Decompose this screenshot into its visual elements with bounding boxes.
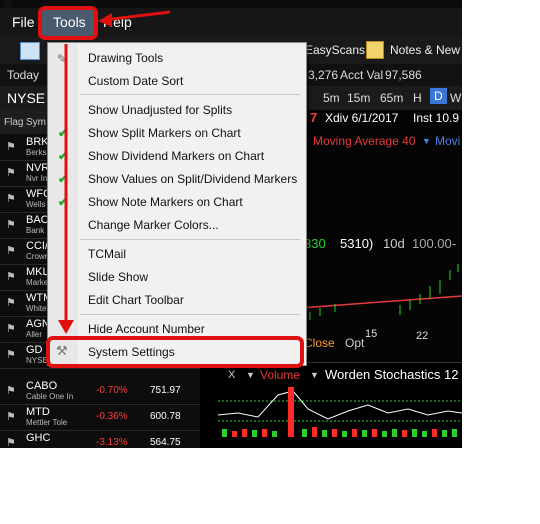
annotation-arrows [58, 10, 171, 334]
arrow-head-down [58, 320, 74, 334]
arrow-to-tools [103, 10, 171, 22]
arrow-head-tools [98, 13, 112, 27]
